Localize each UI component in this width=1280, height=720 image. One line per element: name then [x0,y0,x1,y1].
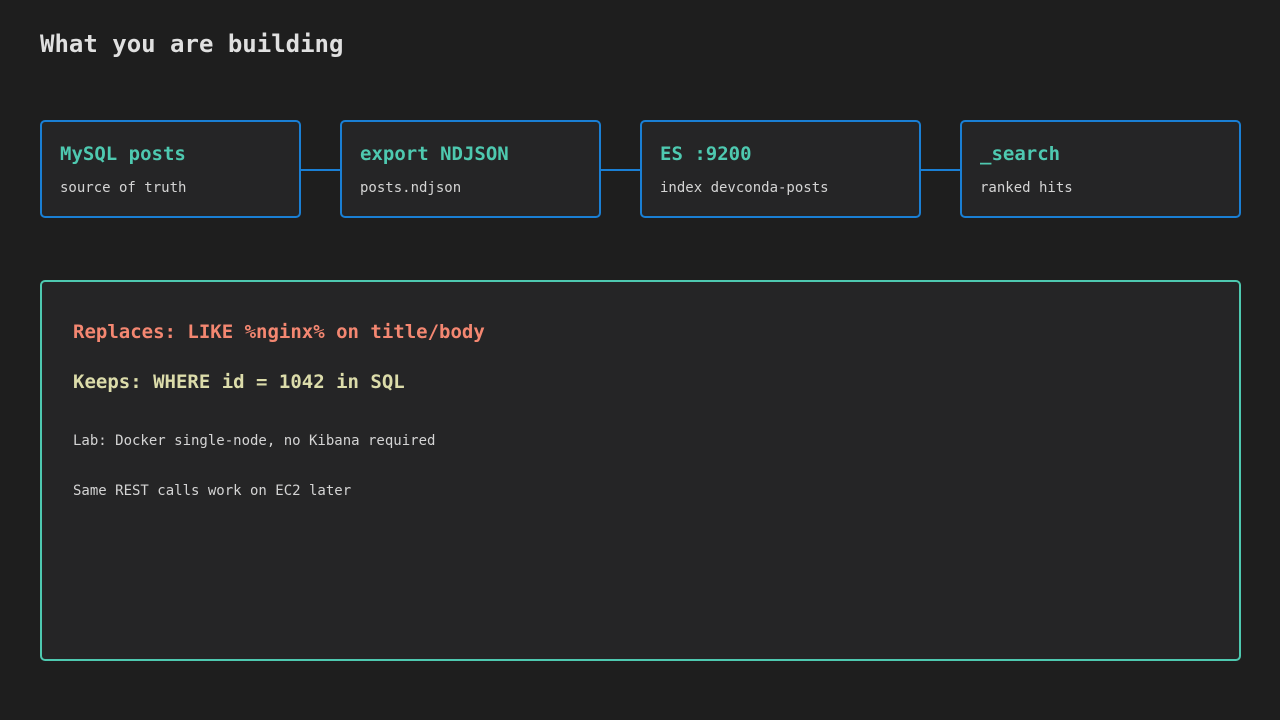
lab-note: Lab: Docker single-node, no Kibana requi… [73,433,436,449]
rest-note: Same REST calls work on EC2 later [73,483,352,499]
node-title: ES :9200 [660,143,752,165]
node-title: MySQL posts [60,143,186,165]
node-title: _search [980,143,1061,165]
keeps-line: Keeps: WHERE id = 1042 in SQL [73,371,405,393]
pipeline-diagram: MySQL posts source of truth export NDJSO… [0,0,1280,260]
pipeline-node-export: export NDJSON posts.ndjson [340,120,601,218]
node-subtitle: posts.ndjson [360,180,462,196]
node-title: export NDJSON [360,143,509,165]
connector-line [921,169,960,171]
node-subtitle: source of truth [60,180,187,196]
connector-line [601,169,640,171]
connector-line [301,169,340,171]
pipeline-node-mysql: MySQL posts source of truth [40,120,301,218]
pipeline-node-elasticsearch: ES :9200 index devconda-posts [640,120,921,218]
node-subtitle: index devconda-posts [660,180,829,196]
replaces-line: Replaces: LIKE %nginx% on title/body [73,321,485,343]
info-panel: Replaces: LIKE %nginx% on title/body Kee… [40,280,1241,661]
node-subtitle: ranked hits [980,180,1073,196]
pipeline-node-search: _search ranked hits [960,120,1241,218]
